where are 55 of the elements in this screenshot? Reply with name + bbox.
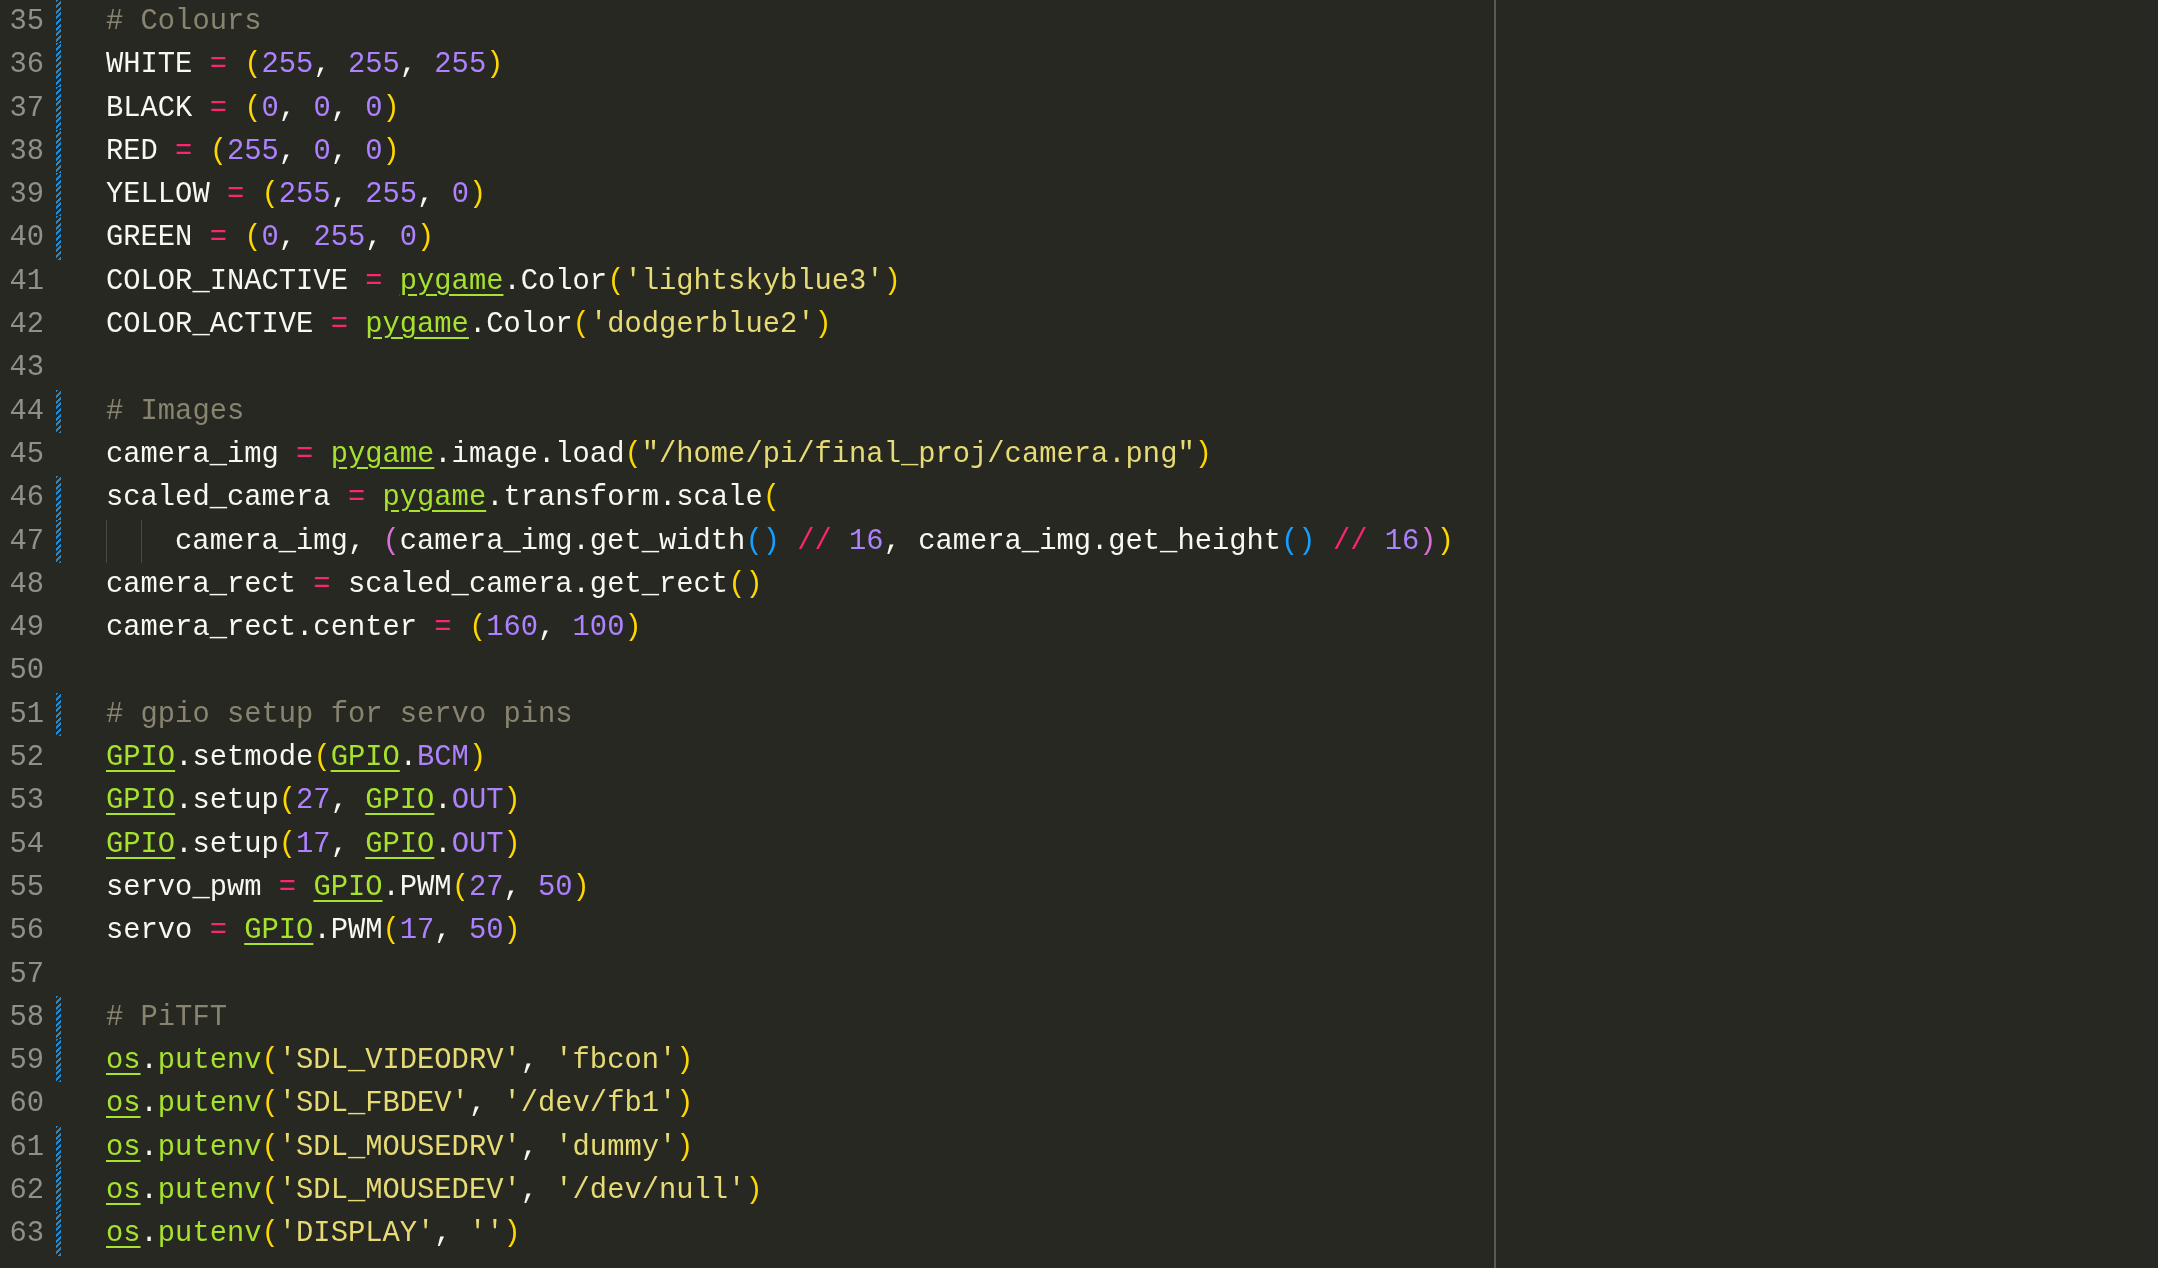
code-line: BLACK = (0, 0, 0) <box>106 90 400 127</box>
code-line: os.putenv('SDL_FBDEV', '/dev/fb1') <box>106 1086 694 1123</box>
code-line: os.putenv('DISPLAY', '') <box>106 1216 521 1253</box>
line-number: 59 <box>8 1043 44 1080</box>
line-number: 35 <box>8 4 44 40</box>
code-line: servo = GPIO.PWM(17, 50) <box>106 913 521 950</box>
line-number: 48 <box>8 566 44 603</box>
code-line: RED = (255, 0, 0) <box>106 133 400 170</box>
line-number: 43 <box>8 350 44 387</box>
line-number: 58 <box>8 999 44 1036</box>
code-line: camera_rect.center = (160, 100) <box>106 610 642 647</box>
line-number: 40 <box>8 220 44 257</box>
line-number: 53 <box>8 783 44 820</box>
line-number: 42 <box>8 307 44 344</box>
line-number: 41 <box>8 263 44 300</box>
line-number: 36 <box>8 47 44 84</box>
code-line: GPIO.setmode(GPIO.BCM) <box>106 740 487 777</box>
line-number: 52 <box>8 740 44 777</box>
code-line: os.putenv('SDL_MOUSEDEV', '/dev/null') <box>106 1173 763 1209</box>
line-number: 50 <box>8 653 44 690</box>
line-number: 49 <box>8 610 44 647</box>
line-number: 37 <box>8 90 44 127</box>
code-line: os.putenv('SDL_VIDEODRV', 'fbcon') <box>106 1043 694 1080</box>
code-line: camera_rect = scaled_camera.get_rect() <box>106 566 763 603</box>
line-number: 47 <box>8 523 44 560</box>
code-line: servo_pwm = GPIO.PWM(27, 50) <box>106 869 590 906</box>
code-line: COLOR_ACTIVE = pygame.Color('dodgerblue2') <box>106 307 832 344</box>
code-line: camera_img, (camera_img.get_width() // 16, camera_img.get_height() // 16)) <box>175 523 1454 560</box>
line-number: 60 <box>8 1086 44 1123</box>
code-line: YELLOW = (255, 255, 0) <box>106 177 487 214</box>
code-line: COLOR_INACTIVE = pygame.Color('lightskyblue3') <box>106 263 901 300</box>
code-line: GREEN = (0, 255, 0) <box>106 220 435 257</box>
line-number: 56 <box>8 913 44 950</box>
code-line: camera_img = pygame.image.load("/home/pi/final_proj/camera.png") <box>106 436 1212 473</box>
line-number: 57 <box>8 956 44 993</box>
code-line: WHITE = (255, 255, 255) <box>106 47 504 84</box>
line-number: 61 <box>8 1129 44 1166</box>
code-comment: # gpio setup for servo pins <box>106 696 573 733</box>
line-number: 46 <box>8 480 44 517</box>
code-line: GPIO.setup(27, GPIO.OUT) <box>106 783 521 820</box>
code-line: GPIO.setup(17, GPIO.OUT) <box>106 826 521 863</box>
code-comment: # PiTFT <box>106 999 227 1036</box>
code-line: scaled_camera = pygame.transform.scale( <box>106 480 780 517</box>
code-line: os.putenv('SDL_MOUSEDRV', 'dummy') <box>106 1129 694 1166</box>
line-number: 63 <box>8 1216 44 1253</box>
line-number: 44 <box>8 393 44 430</box>
line-number: 51 <box>8 696 44 733</box>
line-number: 62 <box>8 1173 44 1209</box>
line-number: 38 <box>8 133 44 170</box>
line-number: 45 <box>8 436 44 473</box>
line-number: 39 <box>8 177 44 214</box>
line-number: 55 <box>8 869 44 906</box>
code-comment: # Images <box>106 393 245 430</box>
code-comment: # Colours <box>106 4 262 40</box>
line-number: 54 <box>8 826 44 863</box>
